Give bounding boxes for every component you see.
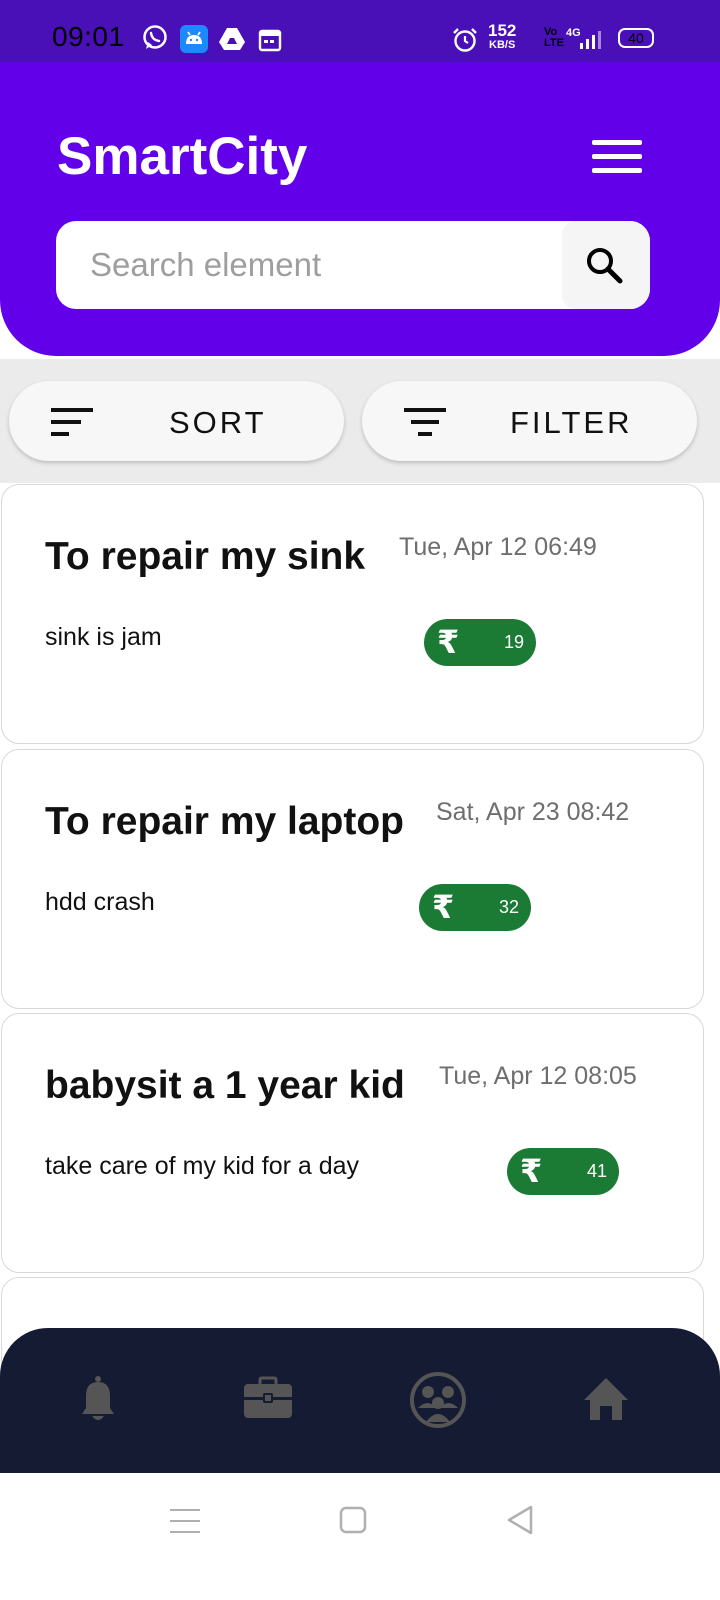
system-navigation-bar (0, 1473, 720, 1600)
job-description: sink is jam (45, 623, 162, 651)
hamburger-menu-icon[interactable] (592, 140, 642, 174)
job-title: To repair my sink (45, 535, 366, 578)
search-input[interactable] (56, 221, 562, 309)
community-icon (410, 1372, 466, 1428)
job-card[interactable]: To repair my laptop Sat, Apr 23 08:42 hd… (1, 749, 704, 1009)
rupee-icon: ₹ (520, 1153, 543, 1189)
search-button[interactable] (562, 221, 650, 309)
nav-notifications[interactable] (68, 1370, 128, 1430)
home-square-icon[interactable] (339, 1506, 367, 1534)
price-badge: ₹ 32 (419, 884, 531, 931)
filter-label: FILTER (510, 405, 633, 440)
filter-icon (404, 408, 446, 436)
nav-jobs[interactable] (238, 1370, 298, 1430)
job-title: babysit a 1 year kid (45, 1064, 405, 1107)
sort-icon (51, 408, 93, 436)
whatsapp-icon (143, 25, 167, 49)
job-date: Sat, Apr 23 08:42 (436, 798, 630, 826)
filter-button[interactable]: FILTER (362, 381, 697, 461)
sort-button[interactable]: SORT (9, 381, 344, 461)
bottom-navigation (0, 1328, 720, 1473)
search-icon (587, 248, 623, 284)
job-card[interactable]: To repair my sink Tue, Apr 12 06:49 sink… (1, 484, 704, 744)
alarm-icon (453, 28, 477, 52)
price-amount: 41 (586, 1161, 607, 1181)
job-description: take care of my kid for a day (45, 1152, 360, 1180)
app-title: SmartCity (57, 127, 308, 186)
menu-icon[interactable] (170, 1507, 200, 1535)
drive-icon (219, 28, 245, 50)
price-badge: ₹ 19 (424, 619, 536, 666)
status-time: 09:01 (52, 21, 125, 52)
job-title: To repair my laptop (45, 800, 404, 843)
battery-indicator: 40 (618, 28, 654, 48)
android-icon (180, 25, 208, 53)
nav-community[interactable] (408, 1370, 468, 1430)
price-amount: 19 (503, 632, 524, 652)
rupee-icon: ₹ (432, 889, 455, 925)
app-header (0, 62, 720, 356)
rupee-icon: ₹ (437, 624, 460, 660)
price-amount: 32 (498, 897, 519, 917)
home-icon (584, 1378, 628, 1420)
calendar-icon (258, 29, 282, 52)
network-speed: 152 KB/S (488, 21, 517, 51)
briefcase-icon (244, 1376, 292, 1418)
volte-indicator: Vo LTE (544, 26, 564, 49)
search-bar (56, 221, 650, 309)
price-badge: ₹ 41 (507, 1148, 619, 1195)
back-icon[interactable] (505, 1504, 535, 1536)
signal-icon (580, 31, 601, 49)
job-card[interactable]: babysit a 1 year kid Tue, Apr 12 08:05 t… (1, 1013, 704, 1273)
job-date: Tue, Apr 12 06:49 (399, 533, 597, 561)
nav-home[interactable] (576, 1370, 636, 1430)
bell-icon (82, 1375, 114, 1420)
job-date: Tue, Apr 12 08:05 (439, 1062, 637, 1090)
sort-label: SORT (169, 405, 267, 440)
job-description: hdd crash (45, 888, 155, 916)
